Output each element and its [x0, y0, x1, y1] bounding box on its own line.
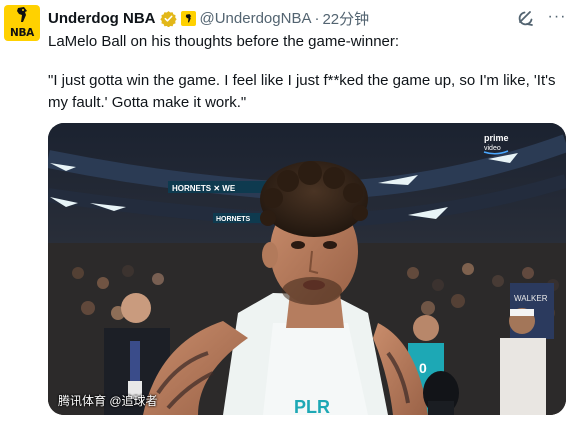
separator: · [314, 9, 320, 27]
tweet-video[interactable]: HORNETS ✕ WE HORNETS 0 WALKER PLR prime … [48, 123, 566, 415]
verified-badge-icon [159, 10, 177, 27]
walker-jersey-text: WALKER [514, 294, 548, 303]
avatar[interactable]: NBA [4, 5, 40, 41]
tweet-header: Underdog NBA @UnderdogNBA · 22分钟 ··· [48, 8, 568, 28]
arena-banner-2: HORNETS [216, 216, 251, 223]
arena-banner-1: HORNETS ✕ WE [172, 184, 236, 193]
fan-jersey-number: 0 [419, 360, 427, 376]
more-options-icon[interactable]: ··· [546, 8, 568, 28]
underdog-dog-icon [4, 5, 40, 25]
author-handle[interactable]: @UnderdogNBA [200, 10, 312, 27]
tweet-text-quote: "I just gotta win the game. I feel like … [48, 72, 556, 111]
tweet-text-intro: LaMelo Ball on his thoughts before the g… [48, 33, 400, 50]
timestamp[interactable]: 22分钟 [322, 8, 369, 29]
broadcaster-logo: prime [484, 133, 509, 143]
author-name[interactable]: Underdog NBA [48, 10, 156, 27]
video-watermark: 腾讯体育 @追球者 [58, 394, 158, 408]
avatar-label: NBA [9, 27, 35, 39]
shirt-text: PLR [294, 397, 330, 415]
grok-icon[interactable] [516, 8, 536, 28]
video-frame: HORNETS ✕ WE HORNETS 0 WALKER PLR prime … [48, 123, 566, 415]
broadcaster-sub: video [484, 145, 501, 152]
affiliate-logo-icon[interactable] [180, 10, 196, 26]
